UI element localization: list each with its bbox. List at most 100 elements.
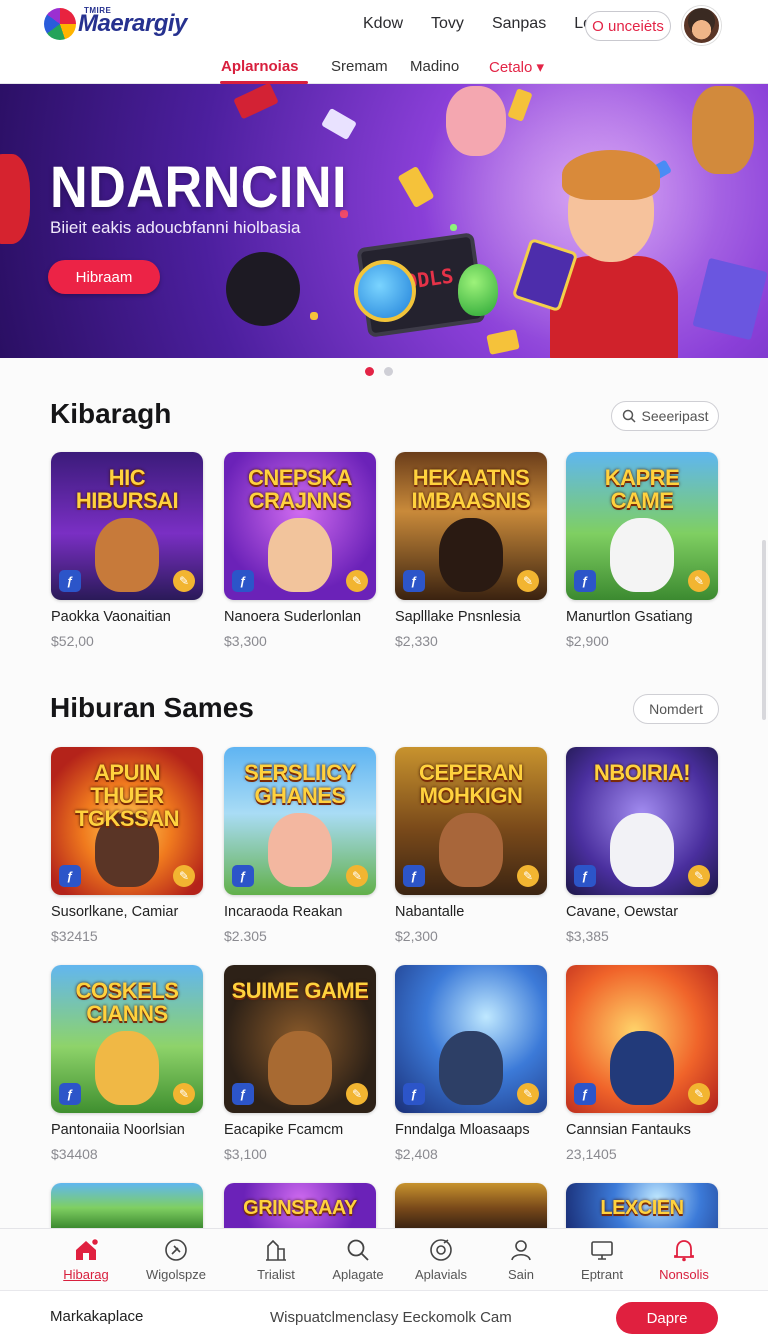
game-thumbnail[interactable]: COSKELS CIANNS ƒ ✎ [51, 965, 203, 1113]
game-name: Pantonaiia Noorlsian [51, 1122, 185, 1138]
rating-badge-icon: ✎ [346, 570, 368, 592]
game-thumbnail[interactable]: KAPRE CAME ƒ ✎ [566, 452, 718, 600]
thumbnail-title: HEKAATNS IMBAASNIS [411, 465, 531, 513]
game-name: Cavane, Oewstar [566, 904, 679, 920]
game-thumbnail-partial[interactable]: LEXCIEN [566, 1183, 718, 1228]
search-icon [345, 1237, 371, 1263]
bottom-nav-item[interactable]: Hibarag [43, 1237, 129, 1282]
game-price: 23,1405 [566, 1146, 617, 1162]
footer-left-label[interactable]: Markakaplace [50, 1308, 143, 1325]
game-character-icon [610, 1031, 674, 1105]
game-thumbnail[interactable]: CEPERAN MOHKIGN ƒ ✎ [395, 747, 547, 895]
platform-badge-icon: ƒ [574, 1083, 596, 1105]
bottom-nav-item[interactable]: Sain [478, 1237, 564, 1282]
game-card[interactable]: APUIN THUER TGKSSAN ƒ ✎ Susorlkane, Camiar $… [51, 747, 203, 944]
game-thumbnail[interactable]: ƒ ✎ [395, 965, 547, 1113]
game-card[interactable]: CEPERAN MOHKIGN ƒ ✎ Nabantalle $2,300 [395, 747, 547, 944]
thumbnail-title: APUIN THUER TGKSSAN [74, 760, 180, 831]
bottom-nav-label: Aplagate [332, 1267, 384, 1282]
tab-cetalo-dropdown[interactable]: Cetalo ▾ [489, 58, 544, 76]
category-tabs: Aplarnoias Sremam Madino Cetalo ▾ [0, 52, 768, 84]
game-price: $52,00 [51, 633, 94, 649]
game-character-icon [95, 518, 159, 592]
tab-madino[interactable]: Madino [410, 58, 459, 75]
brand-logo[interactable]: TMIRE Maerargiy [44, 6, 187, 40]
game-thumbnail[interactable]: ƒ ✎ [566, 965, 718, 1113]
game-name: Paokka Vaonaitian [51, 609, 171, 625]
bottom-nav-label: Nonsolis [659, 1267, 709, 1282]
tab-aplarnoias[interactable]: Aplarnoias [221, 58, 299, 75]
monitor-icon [589, 1237, 615, 1263]
platform-badge-icon: ƒ [59, 1083, 81, 1105]
hero-subtitle: Biieit eakis adoucbfanni hiolbasia [50, 218, 301, 237]
game-thumbnail[interactable]: APUIN THUER TGKSSAN ƒ ✎ [51, 747, 203, 895]
top-nav-item[interactable]: Sanpas [492, 15, 546, 33]
rating-badge-icon: ✎ [517, 865, 539, 887]
bottom-nav-item[interactable]: Aplavials [398, 1237, 484, 1282]
bottom-nav-item[interactable]: Aplagate [315, 1237, 401, 1282]
game-card[interactable]: HEKAATNS IMBAASNIS ƒ ✎ Saplllake Pnsnlesia $… [395, 452, 547, 649]
game-thumbnail[interactable]: HEKAATNS IMBAASNIS ƒ ✎ [395, 452, 547, 600]
game-thumbnail[interactable]: SUIME GAME ƒ ✎ [224, 965, 376, 1113]
bottom-nav-item[interactable]: Nonsolis [641, 1237, 727, 1282]
rating-badge-icon: ✎ [688, 1083, 710, 1105]
platform-badge-icon: ƒ [232, 865, 254, 887]
hero-banner[interactable]: ODLS NDARNCINI Biieit eakis adoucbfanni … [0, 84, 768, 358]
game-thumbnail[interactable]: SERSLIICY GHANES ƒ ✎ [224, 747, 376, 895]
game-thumbnail[interactable]: HIC HIBURSAI ƒ ✎ [51, 452, 203, 600]
carousel-dots [365, 367, 393, 376]
home-icon [73, 1237, 100, 1263]
carousel-dot[interactable] [384, 367, 393, 376]
scrollbar[interactable] [762, 540, 766, 720]
thumbnail-title: NBOIRIA! [593, 760, 691, 785]
thumbnail-title: KAPRE CAME [604, 465, 680, 513]
game-card[interactable]: COSKELS CIANNS ƒ ✎ Pantonaiia Noorlsian $344… [51, 965, 203, 1162]
game-card[interactable]: ƒ ✎ Cannsian Fantauks 23,1405 [566, 965, 718, 1162]
game-character-icon [610, 813, 674, 887]
logo-small-text: TMIRE [84, 6, 112, 15]
game-thumbnail[interactable]: NBOIRIA! ƒ ✎ [566, 747, 718, 895]
game-name: Susorlkane, Camiar [51, 904, 179, 920]
login-button[interactable]: O unceiėts [585, 11, 671, 41]
footer-middle-label[interactable]: Wispuatclmenclasy Eeckomolk Cam [270, 1309, 512, 1326]
game-card[interactable]: SERSLIICY GHANES ƒ ✎ Incaraoda Reakan $2.305 [224, 747, 376, 944]
game-name: Saplllake Pnsnlesia [395, 609, 521, 625]
hero-cta-button[interactable]: Hibraam [48, 260, 160, 294]
top-nav-item[interactable]: Tovy [431, 15, 464, 33]
pig-character-icon [446, 86, 506, 156]
confetti-piece [321, 107, 357, 141]
game-card[interactable]: ƒ ✎ Fnndalga Mloasaaps $2,408 [395, 965, 547, 1162]
game-price: $2,300 [395, 928, 438, 944]
game-card[interactable]: SUIME GAME ƒ ✎ Eacapike Fcamcm $3,100 [224, 965, 376, 1162]
game-thumbnail[interactable]: CNEPSKA CRAJNNS ƒ ✎ [224, 452, 376, 600]
bottom-nav-item[interactable]: Eptrant [559, 1237, 645, 1282]
carousel-dot-active[interactable] [365, 367, 374, 376]
thumbnail-title: GRINSRAAY [243, 1197, 357, 1219]
game-price: $3,385 [566, 928, 609, 944]
section-more-button[interactable]: Nomdert [633, 694, 719, 724]
game-thumbnail-partial[interactable] [51, 1183, 203, 1228]
footer-action-button[interactable]: Dapre [616, 1302, 718, 1334]
game-thumbnail-partial[interactable]: GRINSRAAY [224, 1183, 376, 1228]
thumbnail-title: HIC HIBURSAI [75, 465, 179, 513]
bell-icon [671, 1237, 697, 1263]
platform-badge-icon: ƒ [403, 570, 425, 592]
user-icon [508, 1237, 534, 1263]
top-nav-item[interactable]: Kdow [363, 15, 403, 33]
game-price: $2,408 [395, 1146, 438, 1162]
thumbnail-title: COSKELS CIANNS [75, 978, 179, 1026]
game-card[interactable]: CNEPSKA CRAJNNS ƒ ✎ Nanoera Suderlonlan $3,3… [224, 452, 376, 649]
avatar[interactable] [682, 6, 721, 45]
game-thumbnail-partial[interactable] [395, 1183, 547, 1228]
game-card[interactable]: NBOIRIA! ƒ ✎ Cavane, Oewstar $3,385 [566, 747, 718, 944]
devil-character-icon [0, 154, 30, 244]
tab-sremam[interactable]: Sremam [331, 58, 388, 75]
rating-badge-icon: ✎ [173, 570, 195, 592]
game-card[interactable]: KAPRE CAME ƒ ✎ Manurtlon Gsatiang $2,900 [566, 452, 718, 649]
bottom-nav-item[interactable]: Trialist [233, 1237, 319, 1282]
game-card[interactable]: HIC HIBURSAI ƒ ✎ Paokka Vaonaitian $52,00 [51, 452, 203, 649]
platform-badge-icon: ƒ [59, 865, 81, 887]
section-search-button[interactable]: Seeeripast [611, 401, 719, 431]
game-name: Fnndalga Mloasaaps [395, 1122, 530, 1138]
bottom-nav-item[interactable]: Wigolspze [133, 1237, 219, 1282]
